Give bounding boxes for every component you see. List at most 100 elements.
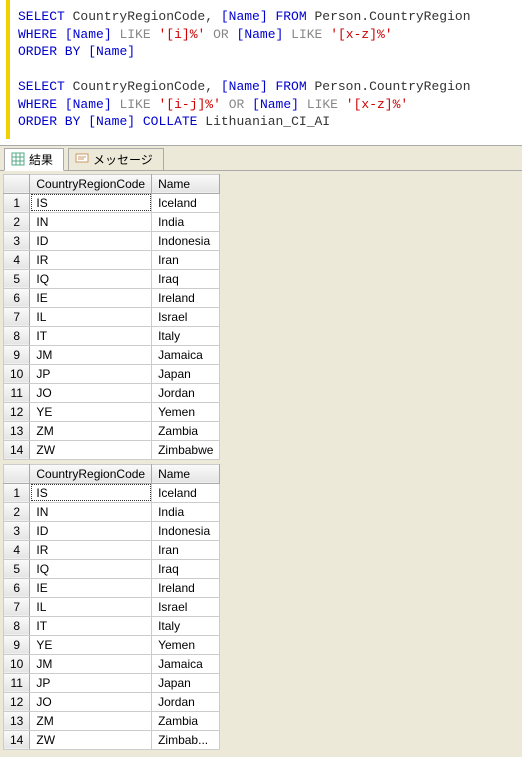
cell-name[interactable]: Zambia [152,421,220,440]
col-header-name[interactable]: Name [152,174,220,193]
row-number[interactable]: 9 [4,345,30,364]
cell-code[interactable]: IQ [30,269,152,288]
col-header-code[interactable]: CountryRegionCode [30,464,152,483]
row-number[interactable]: 4 [4,540,30,559]
cell-name[interactable]: Israel [152,307,220,326]
table-row[interactable]: 9YEYemen [4,635,220,654]
cell-name[interactable]: Italy [152,326,220,345]
cell-name[interactable]: Israel [152,597,220,616]
table-row[interactable]: 10JPJapan [4,364,220,383]
cell-name[interactable]: Jamaica [152,654,220,673]
table-row[interactable]: 11JPJapan [4,673,220,692]
cell-name[interactable]: Italy [152,616,220,635]
table-row[interactable]: 3IDIndonesia [4,231,220,250]
row-number[interactable]: 8 [4,616,30,635]
table-row[interactable]: 7ILIsrael [4,307,220,326]
cell-code[interactable]: IT [30,326,152,345]
cell-name[interactable]: Iceland [152,193,220,212]
cell-code[interactable]: IN [30,502,152,521]
table-row[interactable]: 3IDIndonesia [4,521,220,540]
table-row[interactable]: 5IQIraq [4,269,220,288]
cell-code[interactable]: JO [30,383,152,402]
table-row[interactable]: 2INIndia [4,212,220,231]
row-number[interactable]: 3 [4,521,30,540]
sql-line[interactable]: WHERE [Name] LIKE '[i-j]%' OR [Name] LIK… [10,96,518,114]
row-number[interactable]: 10 [4,654,30,673]
table-row[interactable]: 1ISIceland [4,193,220,212]
cell-code[interactable]: YE [30,635,152,654]
table-row[interactable]: 8ITItaly [4,326,220,345]
cell-name[interactable]: Iraq [152,559,220,578]
table-row[interactable]: 13ZMZambia [4,421,220,440]
table-row[interactable]: 7ILIsrael [4,597,220,616]
grid-corner[interactable] [4,174,30,193]
row-number[interactable]: 2 [4,212,30,231]
cell-code[interactable]: IT [30,616,152,635]
table-row[interactable]: 5IQIraq [4,559,220,578]
cell-name[interactable]: India [152,212,220,231]
cell-name[interactable]: Iran [152,540,220,559]
row-number[interactable]: 4 [4,250,30,269]
row-number[interactable]: 14 [4,730,30,749]
cell-name[interactable]: Ireland [152,288,220,307]
row-number[interactable]: 3 [4,231,30,250]
table-row[interactable]: 4IRIran [4,250,220,269]
row-number[interactable]: 14 [4,440,30,459]
table-row[interactable]: 8ITItaly [4,616,220,635]
row-number[interactable]: 5 [4,559,30,578]
table-row[interactable]: 11JOJordan [4,383,220,402]
sql-blank[interactable] [10,61,518,79]
cell-code[interactable]: IQ [30,559,152,578]
row-number[interactable]: 5 [4,269,30,288]
row-number[interactable]: 13 [4,711,30,730]
cell-code[interactable]: IS [30,193,152,212]
cell-code[interactable]: IN [30,212,152,231]
results-grid-1[interactable]: CountryRegionCode Name 1ISIceland2INIndi… [3,174,220,460]
sql-editor[interactable]: SELECT CountryRegionCode, [Name] FROM Pe… [6,0,522,139]
row-number[interactable]: 12 [4,692,30,711]
row-number[interactable]: 10 [4,364,30,383]
table-row[interactable]: 1ISIceland [4,483,220,502]
row-number[interactable]: 2 [4,502,30,521]
cell-name[interactable]: India [152,502,220,521]
row-number[interactable]: 8 [4,326,30,345]
cell-code[interactable]: IE [30,288,152,307]
table-row[interactable]: 2INIndia [4,502,220,521]
cell-name[interactable]: Iraq [152,269,220,288]
cell-name[interactable]: Zimbab... [152,730,220,749]
cell-name[interactable]: Indonesia [152,231,220,250]
cell-code[interactable]: ZM [30,711,152,730]
cell-name[interactable]: Indonesia [152,521,220,540]
cell-name[interactable]: Jordan [152,692,220,711]
table-row[interactable]: 6IEIreland [4,288,220,307]
cell-code[interactable]: IS [30,483,152,502]
tab-messages[interactable]: メッセージ [68,148,164,170]
sql-line[interactable]: WHERE [Name] LIKE '[i]%' OR [Name] LIKE … [10,26,518,44]
cell-code[interactable]: JM [30,345,152,364]
cell-code[interactable]: ZW [30,730,152,749]
cell-name[interactable]: Zimbabwe [152,440,220,459]
cell-code[interactable]: ZM [30,421,152,440]
cell-code[interactable]: JO [30,692,152,711]
col-header-name[interactable]: Name [152,464,220,483]
cell-name[interactable]: Japan [152,673,220,692]
sql-line[interactable]: ORDER BY [Name] COLLATE Lithuanian_CI_AI [10,113,518,131]
cell-name[interactable]: Yemen [152,402,220,421]
cell-code[interactable]: IE [30,578,152,597]
sql-line[interactable]: SELECT CountryRegionCode, [Name] FROM Pe… [10,8,518,26]
results-grid-2[interactable]: CountryRegionCode Name 1ISIceland2INIndi… [3,464,220,750]
cell-name[interactable]: Jamaica [152,345,220,364]
table-row[interactable]: 14ZWZimbab... [4,730,220,749]
cell-name[interactable]: Japan [152,364,220,383]
row-number[interactable]: 13 [4,421,30,440]
row-number[interactable]: 11 [4,673,30,692]
cell-code[interactable]: YE [30,402,152,421]
table-row[interactable]: 4IRIran [4,540,220,559]
cell-code[interactable]: ID [30,521,152,540]
col-header-code[interactable]: CountryRegionCode [30,174,152,193]
row-number[interactable]: 12 [4,402,30,421]
cell-name[interactable]: Zambia [152,711,220,730]
cell-code[interactable]: IL [30,597,152,616]
cell-code[interactable]: IR [30,250,152,269]
cell-code[interactable]: JP [30,364,152,383]
